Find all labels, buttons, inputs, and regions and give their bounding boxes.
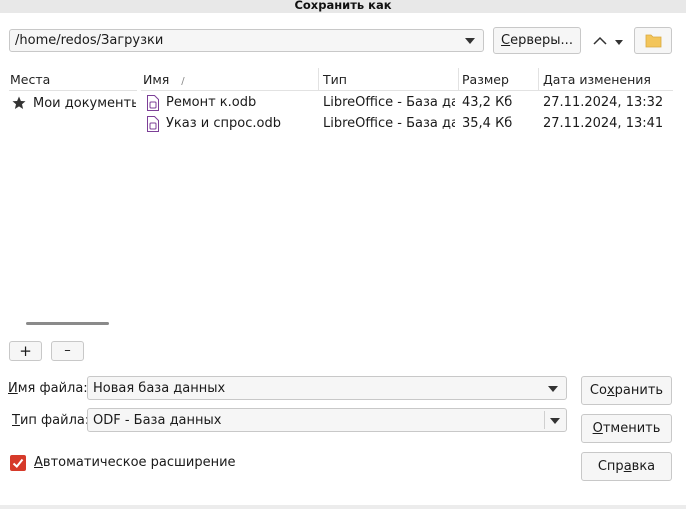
file-modified: 27.11.2024, 13:41	[543, 116, 664, 131]
filetype-label-text: ип файла:	[19, 413, 90, 428]
cancel-label-accel: О	[592, 421, 603, 436]
column-header-size[interactable]: Размер	[462, 72, 509, 88]
places-item-my-documents[interactable]: Мои документы	[11, 95, 136, 113]
remove-place-button[interactable]: –	[51, 341, 84, 361]
window-frame-bottom	[0, 505, 686, 509]
save-label-post: ранить	[614, 383, 664, 398]
filetype-value: ODF - База данных	[93, 413, 222, 428]
add-place-button[interactable]: +	[9, 341, 42, 361]
column-name-label: Имя	[143, 72, 170, 87]
filetype-label-accel: Т	[12, 413, 20, 428]
help-label-pre: Спр	[597, 459, 624, 474]
auto-extension-label[interactable]: Автоматическое расширение	[34, 454, 236, 472]
up-arrow-icon	[593, 36, 623, 45]
save-label-pre: Со	[589, 383, 607, 398]
sort-indicator-icon: /	[181, 76, 185, 87]
file-type: LibreOffice - База данных	[323, 116, 455, 131]
chevron-down-icon[interactable]	[548, 386, 558, 392]
save-button[interactable]: Сохранить	[581, 376, 672, 405]
auto-extension-checkbox[interactable]	[10, 455, 26, 471]
help-button[interactable]: Справка	[581, 452, 672, 481]
chevron-down-icon	[550, 418, 560, 424]
filename-label: Имя файла:	[8, 380, 88, 398]
file-name: Ремонт к.odb	[166, 95, 257, 110]
column-divider	[538, 68, 539, 90]
remove-place-label: –	[64, 343, 71, 358]
new-folder-button[interactable]	[634, 27, 672, 54]
table-row[interactable]: Ремонт к.odb LibreOffice - База данных 4…	[143, 94, 673, 114]
places-header-divider	[9, 90, 137, 91]
filename-label-text: мя файла:	[17, 381, 88, 396]
auto-extension-text: втоматическое расширение	[42, 455, 236, 470]
select-divider	[544, 411, 545, 429]
database-file-icon	[147, 95, 159, 111]
places-header: Места	[10, 72, 51, 87]
file-size: 43,2 Кб	[462, 95, 513, 110]
places-item-label: Мои документы	[33, 96, 136, 111]
file-name: Указ и спрос.odb	[166, 116, 281, 131]
checkmark-icon	[12, 458, 24, 468]
auto-extension-accel: А	[34, 455, 43, 470]
folder-icon	[645, 34, 662, 48]
star-icon	[12, 96, 26, 109]
cancel-label-rest: тменить	[602, 421, 661, 436]
file-modified: 27.11.2024, 13:32	[543, 95, 664, 110]
places-scrollbar[interactable]	[26, 322, 109, 325]
filetype-label: Тип файла:	[12, 412, 89, 430]
column-divider	[318, 68, 319, 90]
cancel-button[interactable]: Отменить	[581, 414, 672, 443]
column-header-modified[interactable]: Дата изменения	[543, 72, 651, 88]
filename-value: Новая база данных	[93, 381, 226, 396]
add-place-label: +	[19, 342, 32, 360]
servers-button[interactable]: Серверы...	[493, 27, 581, 54]
servers-accel: С	[501, 33, 511, 48]
file-list-header-divider	[141, 90, 673, 91]
chevron-down-icon	[465, 38, 475, 44]
table-row[interactable]: Указ и спрос.odb LibreOffice - База данн…	[143, 115, 673, 135]
filetype-select[interactable]: ODF - База данных	[87, 408, 567, 432]
up-folder-button[interactable]	[591, 30, 627, 52]
help-label-accel: а	[623, 459, 632, 474]
column-divider	[458, 68, 459, 90]
column-header-type[interactable]: Тип	[323, 72, 347, 88]
filename-field[interactable]: Новая база данных	[87, 376, 567, 400]
save-label-accel: х	[606, 383, 615, 398]
servers-label: ерверы...	[510, 33, 573, 48]
column-header-name[interactable]: Имя /	[143, 72, 185, 90]
filename-label-accel: И	[8, 381, 18, 396]
file-type: LibreOffice - База данных	[323, 95, 455, 110]
help-label-post: вка	[631, 459, 656, 474]
path-value: /home/redos/Загрузки	[15, 33, 164, 48]
path-combo[interactable]: /home/redos/Загрузки	[9, 29, 484, 52]
file-size: 35,4 Кб	[462, 116, 513, 131]
database-file-icon	[147, 116, 159, 132]
window-title: Сохранить как	[0, 0, 686, 13]
